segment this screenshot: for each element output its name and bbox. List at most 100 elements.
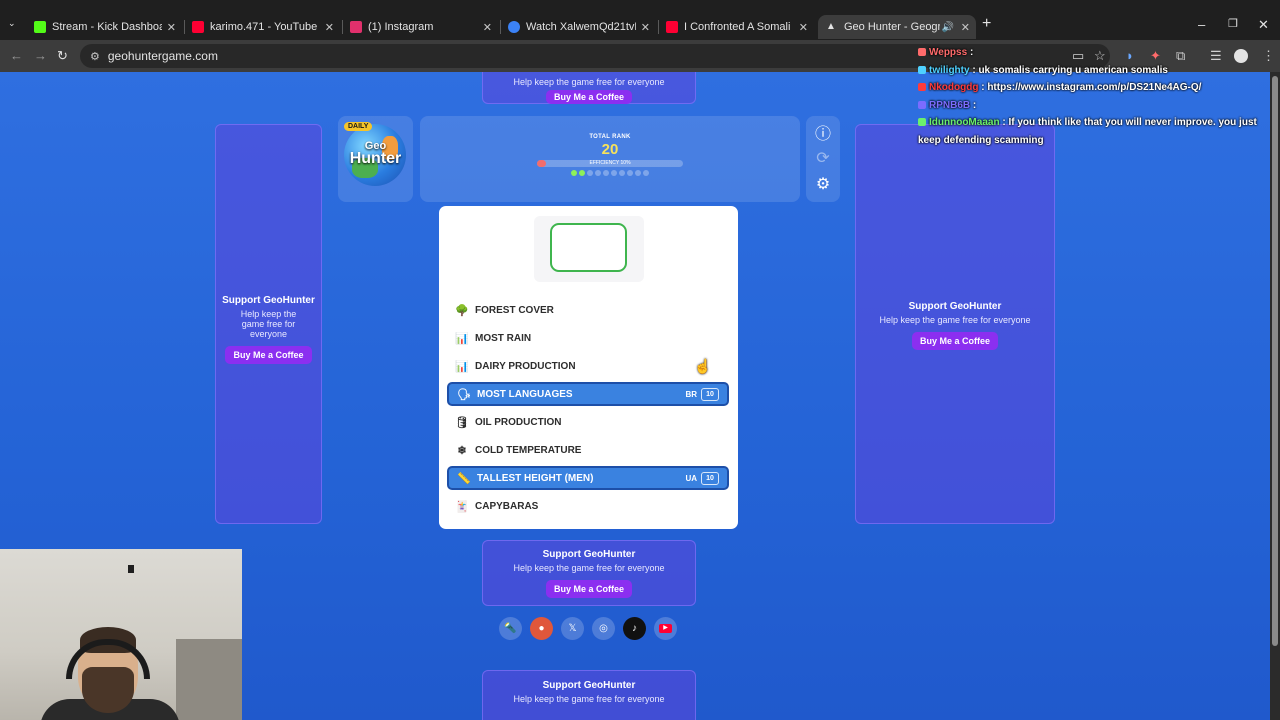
close-icon[interactable]: ✕ — [641, 21, 650, 34]
info-icon[interactable]: ⓘ — [806, 120, 840, 144]
close-icon[interactable]: ✕ — [483, 21, 492, 34]
chat-badge-icon — [918, 48, 926, 57]
site-info-icon[interactable]: ⚙ — [90, 50, 100, 63]
close-window-icon[interactable]: ✕ — [1258, 17, 1269, 33]
minimize-icon[interactable]: – — [1198, 17, 1205, 32]
progress-dot — [611, 170, 617, 176]
flashlight-icon[interactable]: 🔦 — [499, 617, 522, 640]
new-tab-icon[interactable]: + — [982, 15, 991, 33]
x-twitter-icon[interactable]: 𝕏 — [561, 617, 584, 640]
ad-subtitle: Help keep the game free for everyone — [513, 694, 665, 704]
rank-score-badge: 10 — [701, 387, 719, 401]
progress-dot — [643, 170, 649, 176]
category-label: FOREST COVER — [475, 304, 554, 316]
social-links: 🔦 ● 𝕏 ◎ ♪ ▶ — [499, 617, 677, 640]
browser-tab[interactable]: I Confronted A Somali Fraudul ✕ — [658, 15, 814, 39]
chat-message: Weppss : — [918, 44, 1278, 62]
settings-gear-icon[interactable]: ⚙ — [806, 174, 840, 194]
headphones — [66, 639, 150, 679]
chat-badge-icon — [918, 100, 926, 109]
category-label: COLD TEMPERATURE — [475, 444, 582, 456]
ruler-icon: 📏 — [457, 472, 471, 485]
chat-message: twilighty : uk somalis carrying u americ… — [918, 62, 1278, 80]
category-row[interactable]: 🗣 MOST LANGUAGES BR 10 — [447, 382, 729, 406]
browser-tab[interactable]: Stream - Kick Dashboard ✕ — [26, 15, 182, 39]
progress-dot — [595, 170, 601, 176]
ad-subtitle: Help keep the game free for everyone — [240, 309, 297, 339]
category-row[interactable]: 📊 DAIRY PRODUCTION — [447, 354, 729, 378]
tab-title: Watch XalwemQd21tvL7ct8RJt — [526, 21, 636, 33]
rank-panel: TOTAL RANK 20 EFFICIENCY 10% — [420, 116, 800, 202]
audio-playing-icon[interactable]: 🔊 — [942, 22, 954, 33]
chat-message: Nkodogdg : https://www.instagram.com/p/D… — [918, 79, 1278, 97]
back-icon[interactable]: ← — [10, 48, 23, 63]
total-rank-label: TOTAL RANK — [589, 134, 631, 140]
category-row[interactable]: 🛢 OIL PRODUCTION — [447, 410, 729, 434]
youtube-icon — [666, 21, 678, 33]
efficiency-bar: EFFICIENCY 10% — [537, 160, 683, 167]
reddit-icon[interactable]: ● — [530, 617, 553, 640]
kick-icon — [34, 21, 46, 33]
progress-dot — [579, 170, 585, 176]
ad-subtitle: Help keep the game free for everyone — [513, 77, 665, 87]
restore-icon[interactable]: ❐ — [1228, 17, 1238, 30]
daily-badge: DAILY — [344, 122, 373, 131]
browser-tab[interactable]: Watch XalwemQd21tvL7ct8RJt ✕ — [500, 15, 656, 39]
page-scrollbar[interactable] — [1270, 72, 1280, 720]
url-text: geohuntergame.com — [107, 49, 218, 63]
chat-badge-icon — [918, 118, 926, 127]
speaking-head-icon: 🗣 — [457, 388, 471, 401]
ad-subtitle: Help keep the game free for everyone — [513, 563, 665, 573]
ad-banner-left: Support GeoHunter Help keep the game fre… — [215, 124, 322, 524]
browser-tab-active[interactable]: ▲ Geo Hunter - Geography Q 🔊 ✕ — [818, 15, 976, 39]
tab-title: Geo Hunter - Geography Q — [844, 21, 940, 33]
buy-coffee-button[interactable]: Buy Me a Coffee — [225, 346, 312, 364]
chat-username: Weppss — [929, 47, 968, 58]
close-icon[interactable]: ✕ — [325, 21, 334, 34]
capybara-card-icon: 🃏 — [455, 500, 469, 513]
tiktok-icon[interactable]: ♪ — [623, 617, 646, 640]
category-row[interactable]: 📊 MOST RAIN — [447, 326, 729, 350]
category-row[interactable]: ❄ COLD TEMPERATURE — [447, 438, 729, 462]
close-icon[interactable]: ✕ — [799, 21, 808, 34]
buy-coffee-button[interactable]: Buy Me a Coffee — [911, 332, 998, 350]
browser-tab-strip: ⌄ Stream - Kick Dashboard ✕ karimo.471 -… — [0, 0, 1280, 40]
reload-icon[interactable]: ↻ — [57, 48, 68, 64]
side-controls: ⓘ ⟳ ⚙ — [806, 116, 840, 202]
instagram-icon[interactable]: ◎ — [592, 617, 615, 640]
category-label: OIL PRODUCTION — [475, 416, 562, 428]
category-label: TALLEST HEIGHT (MEN) — [477, 472, 594, 484]
chat-message: IdunnooMaaan : If you think like that yo… — [918, 117, 1257, 146]
youtube-icon[interactable]: ▶ — [654, 617, 677, 640]
geohunter-logo: DAILY Geo Hunter — [338, 116, 413, 202]
browser-tab[interactable]: karimo.471 - YouTube ✕ — [184, 15, 340, 39]
browser-tab[interactable]: (1) Instagram ✕ — [342, 15, 498, 39]
buy-coffee-button[interactable]: Buy Me a Coffee — [545, 90, 632, 104]
progress-dots — [420, 170, 800, 176]
chat-badge-icon — [918, 65, 926, 74]
category-row[interactable]: 🃏 CAPYBARAS — [447, 494, 729, 518]
chat-username: RPNB6B — [929, 99, 971, 111]
category-row[interactable]: 📏 TALLEST HEIGHT (MEN) UA 10 — [447, 466, 729, 490]
tab-title: karimo.471 - YouTube — [210, 21, 318, 33]
rank-score-badge: 10 — [701, 471, 719, 485]
refresh-icon[interactable]: ⟳ — [806, 148, 840, 168]
forward-icon[interactable]: → — [34, 48, 47, 63]
efficiency-label: EFFICIENCY 10% — [589, 160, 631, 166]
ad-heading: Support GeoHunter — [908, 301, 1002, 312]
site-icon — [508, 21, 520, 33]
chat-username: twilighty — [929, 64, 970, 76]
stream-chat-overlay: Weppss : twilighty : uk somalis carrying… — [918, 44, 1278, 149]
ad-subtitle: Help keep the game free for everyone — [879, 315, 1031, 325]
tab-search-icon[interactable]: ⌄ — [8, 18, 16, 29]
chat-username: Nkodogdg — [929, 82, 979, 93]
buy-coffee-button[interactable]: Buy Me a Coffee — [545, 580, 632, 598]
snowflake-icon: ❄ — [457, 444, 467, 457]
logo-text: Hunter — [349, 150, 402, 167]
category-row[interactable]: 🌳 FOREST COVER — [447, 298, 729, 322]
close-icon[interactable]: ✕ — [961, 21, 970, 34]
bar-chart-icon: 📊 — [455, 332, 469, 345]
close-icon[interactable]: ✕ — [167, 21, 176, 34]
progress-dot — [587, 170, 593, 176]
ad-banner-bottom-2: Support GeoHunter Help keep the game fre… — [482, 670, 696, 720]
